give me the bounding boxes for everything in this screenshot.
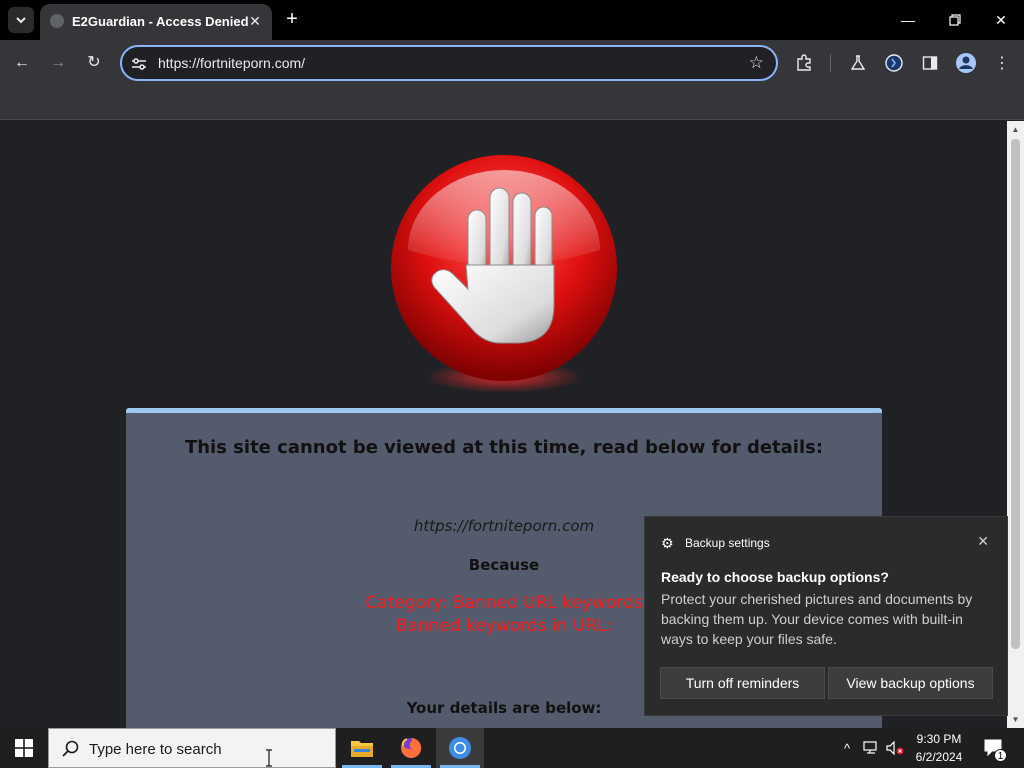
site-settings-icon[interactable] xyxy=(130,55,148,73)
backup-notification: ⚙ Backup settings ✕ Ready to choose back… xyxy=(644,516,1008,716)
tab-strip: E2Guardian - Access Denied ✕ + — ✕ xyxy=(0,0,1024,40)
page-scrollbar[interactable]: ▲ ▼ xyxy=(1007,121,1024,728)
extensions-icon xyxy=(797,54,811,71)
address-bar[interactable]: https://fortniteporn.com/ ☆ xyxy=(120,45,778,81)
extensions-button[interactable] xyxy=(792,51,816,75)
plus-icon: + xyxy=(286,8,298,30)
side-panel-button[interactable] xyxy=(918,51,942,75)
scroll-thumb[interactable] xyxy=(1011,139,1020,649)
reload-button[interactable]: ↻ xyxy=(82,51,106,75)
taskbar-search-box[interactable]: Type here to search xyxy=(48,728,336,768)
tab-search-button[interactable] xyxy=(8,7,34,33)
star-icon[interactable]: ☆ xyxy=(749,53,764,73)
side-panel-icon xyxy=(922,56,938,70)
gear-icon: ⚙ xyxy=(661,535,674,551)
network-button[interactable] xyxy=(860,728,882,768)
back-icon: ← xyxy=(14,54,30,71)
tab-close-button[interactable]: ✕ xyxy=(246,12,264,30)
view-backup-options-button[interactable]: View backup options xyxy=(828,667,993,699)
sync-button[interactable] xyxy=(882,51,906,75)
url-text[interactable]: https://fortniteporn.com/ xyxy=(158,55,305,71)
clock-time: 9:30 PM xyxy=(916,732,962,746)
volume-muted-icon xyxy=(886,741,904,755)
menu-icon: ⋮ xyxy=(994,55,1010,72)
file-explorer-app[interactable] xyxy=(338,728,386,768)
bookmarks-bar xyxy=(0,86,1024,120)
start-button[interactable] xyxy=(0,728,48,768)
forward-button[interactable]: → xyxy=(46,51,70,75)
profile-icon xyxy=(956,53,976,73)
browser-toolbar: ← → ↻ https://fortniteporn.com/ ☆ ⋮ xyxy=(0,40,1024,86)
windows-start-icon xyxy=(15,739,33,757)
close-icon: ✕ xyxy=(995,12,1007,28)
reload-icon: ↻ xyxy=(87,54,101,71)
labs-button[interactable] xyxy=(846,51,870,75)
chrome-icon xyxy=(449,737,471,759)
restore-button[interactable] xyxy=(940,6,970,34)
action-center-button[interactable]: 1 xyxy=(980,728,1008,768)
minimize-icon: — xyxy=(901,12,915,28)
close-window-button[interactable]: ✕ xyxy=(986,6,1016,34)
chrome-app[interactable] xyxy=(436,728,484,768)
notification-close-button[interactable]: ✕ xyxy=(977,533,989,550)
stop-hand-icon xyxy=(388,155,620,395)
notification-app-name: Backup settings xyxy=(685,536,770,550)
clock-date: 6/2/2024 xyxy=(915,750,963,764)
forward-icon: → xyxy=(50,54,66,71)
tab-search-icon xyxy=(16,17,26,24)
scroll-up-button[interactable]: ▲ xyxy=(1007,121,1024,138)
turn-off-reminders-button[interactable]: Turn off reminders xyxy=(660,667,825,699)
text-cursor-icon xyxy=(266,749,272,767)
active-tab[interactable]: E2Guardian - Access Denied ✕ xyxy=(40,4,272,40)
notification-body: Protect your cherished pictures and docu… xyxy=(661,591,973,647)
scroll-down-button[interactable]: ▼ xyxy=(1007,711,1024,728)
toolbar-divider xyxy=(830,54,831,72)
tab-title: E2Guardian - Access Denied xyxy=(72,14,249,29)
system-clock[interactable]: 9:30 PM 6/2/2024 xyxy=(905,730,973,766)
back-button[interactable]: ← xyxy=(10,51,34,75)
taskbar: Type here to search ^ 9:30 PM 6/2/2024 1 xyxy=(0,728,1024,768)
firefox-icon xyxy=(401,737,422,758)
page-title: This site cannot be viewed at this time,… xyxy=(184,437,824,458)
chevron-up-icon: ^ xyxy=(843,740,851,756)
menu-button[interactable]: ⋮ xyxy=(990,51,1014,75)
favicon-icon xyxy=(50,14,64,28)
minimize-button[interactable]: — xyxy=(893,6,923,34)
file-explorer-icon xyxy=(351,741,373,757)
new-tab-button[interactable]: + xyxy=(281,8,303,30)
firefox-app[interactable] xyxy=(387,728,435,768)
show-hidden-icons-button[interactable]: ^ xyxy=(836,728,858,768)
network-icon xyxy=(863,741,877,754)
notification-title: Ready to choose backup options? xyxy=(661,569,889,585)
close-icon: ✕ xyxy=(249,13,261,29)
search-placeholder[interactable]: Type here to search xyxy=(89,741,222,758)
volume-button[interactable] xyxy=(884,728,906,768)
search-icon xyxy=(62,740,79,757)
notification-count-badge: 1 xyxy=(994,749,1007,762)
labs-icon xyxy=(850,55,866,70)
restore-icon xyxy=(949,14,961,26)
profile-button[interactable] xyxy=(954,51,978,75)
sync-icon xyxy=(885,54,903,72)
